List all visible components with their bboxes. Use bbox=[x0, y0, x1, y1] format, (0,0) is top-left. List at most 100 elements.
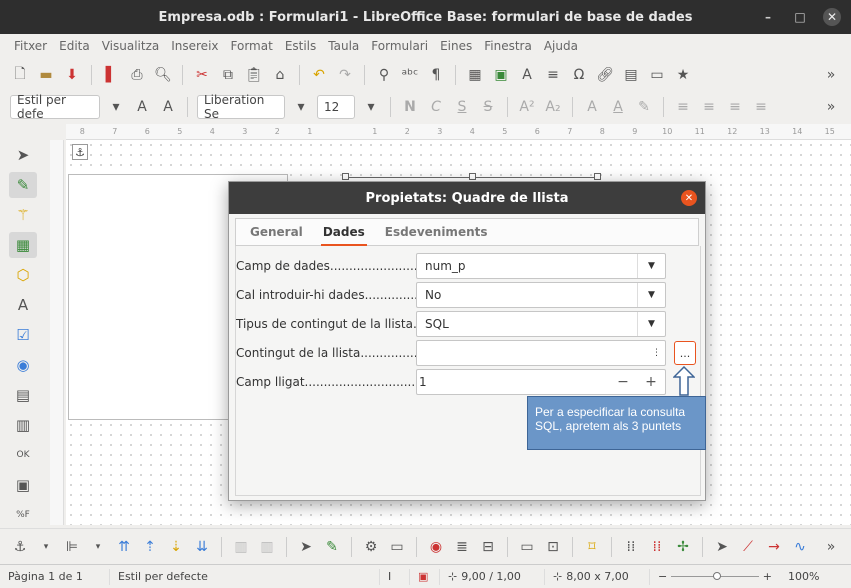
zoom-out-icon[interactable]: − bbox=[658, 570, 667, 583]
list-box-icon[interactable]: ▤ bbox=[9, 382, 37, 408]
clone-formatting-icon[interactable]: ⌂ bbox=[270, 65, 290, 85]
chevron-down-icon[interactable]: ▾ bbox=[36, 537, 56, 557]
insert-field-icon[interactable]: ≡ bbox=[543, 65, 563, 85]
insert-table-icon[interactable]: ▦ bbox=[465, 65, 485, 85]
underline-icon[interactable]: S bbox=[452, 97, 472, 117]
paste-icon[interactable]: 📋︎ bbox=[244, 65, 264, 85]
activation-order-icon[interactable]: ⊟ bbox=[478, 537, 498, 557]
zoom-level[interactable]: 100% bbox=[780, 569, 827, 585]
menu-formulari[interactable]: Formulari bbox=[365, 39, 434, 53]
add-field-icon[interactable]: ≣ bbox=[452, 537, 472, 557]
tab-dades[interactable]: Dades bbox=[315, 218, 373, 246]
copy-icon[interactable]: ⧉ bbox=[218, 65, 238, 85]
chevron-down-icon[interactable]: ▾ bbox=[88, 537, 108, 557]
special-character-icon[interactable]: Ω bbox=[569, 65, 589, 85]
menu-eines[interactable]: Eines bbox=[434, 39, 478, 53]
auto-focus-icon[interactable]: ⊡ bbox=[543, 537, 563, 557]
paragraph-style-select[interactable]: Estil per defe bbox=[10, 93, 100, 121]
selection-mode-icon[interactable]: I bbox=[380, 568, 410, 585]
control-properties-icon[interactable]: ⚙ bbox=[361, 537, 381, 557]
align-right-icon[interactable]: ≡ bbox=[725, 97, 745, 117]
select-icon[interactable]: ➤ bbox=[712, 537, 732, 557]
print-preview-icon[interactable]: 🔍︎ bbox=[153, 65, 173, 85]
zoom-track[interactable] bbox=[671, 572, 759, 580]
selection-handle[interactable] bbox=[469, 173, 476, 180]
ellipsis-button[interactable]: ... bbox=[674, 341, 696, 365]
option-button-icon[interactable]: ◉ bbox=[9, 352, 37, 378]
zoom-in-icon[interactable]: + bbox=[763, 570, 772, 583]
menu-taula[interactable]: Taula bbox=[322, 39, 365, 53]
select-pointer-icon[interactable]: ➤ bbox=[296, 537, 316, 557]
chevron-down-icon[interactable]: ▾ bbox=[361, 97, 381, 117]
label-icon[interactable]: ⬡ bbox=[9, 262, 37, 288]
position-size-icon[interactable]: ⌑ bbox=[582, 537, 602, 557]
design-mode-icon[interactable]: ✎ bbox=[322, 537, 342, 557]
text-box-icon[interactable]: A bbox=[9, 292, 37, 318]
strikethrough-icon[interactable]: S bbox=[478, 97, 498, 117]
align-objects-icon[interactable]: ⊫ bbox=[62, 537, 82, 557]
open-folder-icon[interactable]: ▬ bbox=[36, 65, 56, 85]
comment-icon[interactable]: ▭ bbox=[647, 65, 667, 85]
selection-handle[interactable] bbox=[342, 173, 349, 180]
zoom-slider[interactable]: − + bbox=[650, 569, 780, 585]
close-icon[interactable]: ✕ bbox=[823, 8, 841, 26]
menu-ajuda[interactable]: Ajuda bbox=[538, 39, 584, 53]
cut-icon[interactable]: ✂ bbox=[192, 65, 212, 85]
combo-box-icon[interactable]: ▥ bbox=[9, 412, 37, 438]
form-design-icon[interactable]: ▦ bbox=[9, 232, 37, 258]
italic-icon[interactable]: C bbox=[426, 97, 446, 117]
image-button-icon[interactable]: ▣ bbox=[9, 472, 37, 498]
more-options-icon[interactable]: » bbox=[821, 65, 841, 85]
forward-one-icon[interactable]: ⇡ bbox=[140, 537, 160, 557]
snap-to-grid-icon[interactable]: ⁞⁞ bbox=[647, 537, 667, 557]
print-icon[interactable]: ⎙ bbox=[127, 65, 147, 85]
menu-format[interactable]: Format bbox=[225, 39, 279, 53]
track-changes-icon[interactable]: ★ bbox=[673, 65, 693, 85]
footnote-icon[interactable]: ▤ bbox=[621, 65, 641, 85]
highlight-icon[interactable]: ✎ bbox=[634, 97, 654, 117]
spellcheck-icon[interactable]: ᵃᵇᶜ bbox=[400, 65, 420, 85]
redo-icon[interactable]: ↷ bbox=[335, 65, 355, 85]
menu-visualitza[interactable]: Visualitza bbox=[96, 39, 166, 53]
menu-fitxer[interactable]: Fitxer bbox=[8, 39, 53, 53]
hyperlink-icon[interactable]: 🔗︎ bbox=[595, 65, 615, 85]
font-color-icon[interactable]: A bbox=[608, 97, 628, 117]
formatted-field-icon[interactable]: %F bbox=[9, 502, 37, 528]
chevron-down-icon[interactable]: ▾ bbox=[106, 97, 126, 117]
update-style-icon[interactable]: A bbox=[132, 97, 152, 117]
contingut-llista-input[interactable]: ⋮ bbox=[416, 340, 666, 366]
anchor-icon[interactable]: ⚓ bbox=[10, 537, 30, 557]
export-pdf-icon[interactable]: ▌ bbox=[101, 65, 121, 85]
page-style[interactable]: Estil per defecte bbox=[110, 568, 380, 585]
find-replace-icon[interactable]: ⚲ bbox=[374, 65, 394, 85]
page-indicator[interactable]: Pàgina 1 de 1 bbox=[0, 568, 110, 585]
align-center-icon[interactable]: ≡ bbox=[699, 97, 719, 117]
tab-general[interactable]: General bbox=[242, 218, 311, 246]
camp-de-dades-select[interactable]: num_p ▼ bbox=[416, 253, 666, 279]
increment-button[interactable]: + bbox=[637, 370, 665, 394]
cal-introduir-select[interactable]: No ▼ bbox=[416, 282, 666, 308]
control-wizards-icon[interactable]: ⚚ bbox=[9, 202, 37, 228]
tab-esdeveniments[interactable]: Esdeveniments bbox=[377, 218, 496, 246]
menu-insereix[interactable]: Insereix bbox=[165, 39, 224, 53]
decrement-button[interactable]: − bbox=[609, 370, 637, 394]
menu-estils[interactable]: Estils bbox=[279, 39, 322, 53]
clear-formatting-icon[interactable]: A bbox=[582, 97, 602, 117]
chevron-down-icon[interactable]: ▼ bbox=[637, 312, 665, 336]
font-size-select[interactable]: 12 bbox=[317, 95, 355, 119]
tipus-contingut-select[interactable]: SQL ▼ bbox=[416, 311, 666, 337]
checkbox-icon[interactable]: ☑ bbox=[9, 322, 37, 348]
form-properties-icon[interactable]: ▭ bbox=[387, 537, 407, 557]
undo-icon[interactable]: ↶ bbox=[309, 65, 329, 85]
maximize-icon[interactable]: □ bbox=[791, 8, 809, 26]
menu-edita[interactable]: Edita bbox=[53, 39, 96, 53]
design-mode-icon[interactable]: ✎ bbox=[9, 172, 37, 198]
curve-icon[interactable]: ∿ bbox=[790, 537, 810, 557]
insert-textbox-icon[interactable]: A bbox=[517, 65, 537, 85]
justify-icon[interactable]: ≡ bbox=[751, 97, 771, 117]
anchor-icon[interactable]: ⚓ bbox=[72, 144, 88, 160]
chevron-down-icon[interactable]: ▼ bbox=[637, 283, 665, 307]
form-navigator-icon[interactable]: ◉ bbox=[426, 537, 446, 557]
align-left-icon[interactable]: ≡ bbox=[673, 97, 693, 117]
back-one-icon[interactable]: ⇣ bbox=[166, 537, 186, 557]
